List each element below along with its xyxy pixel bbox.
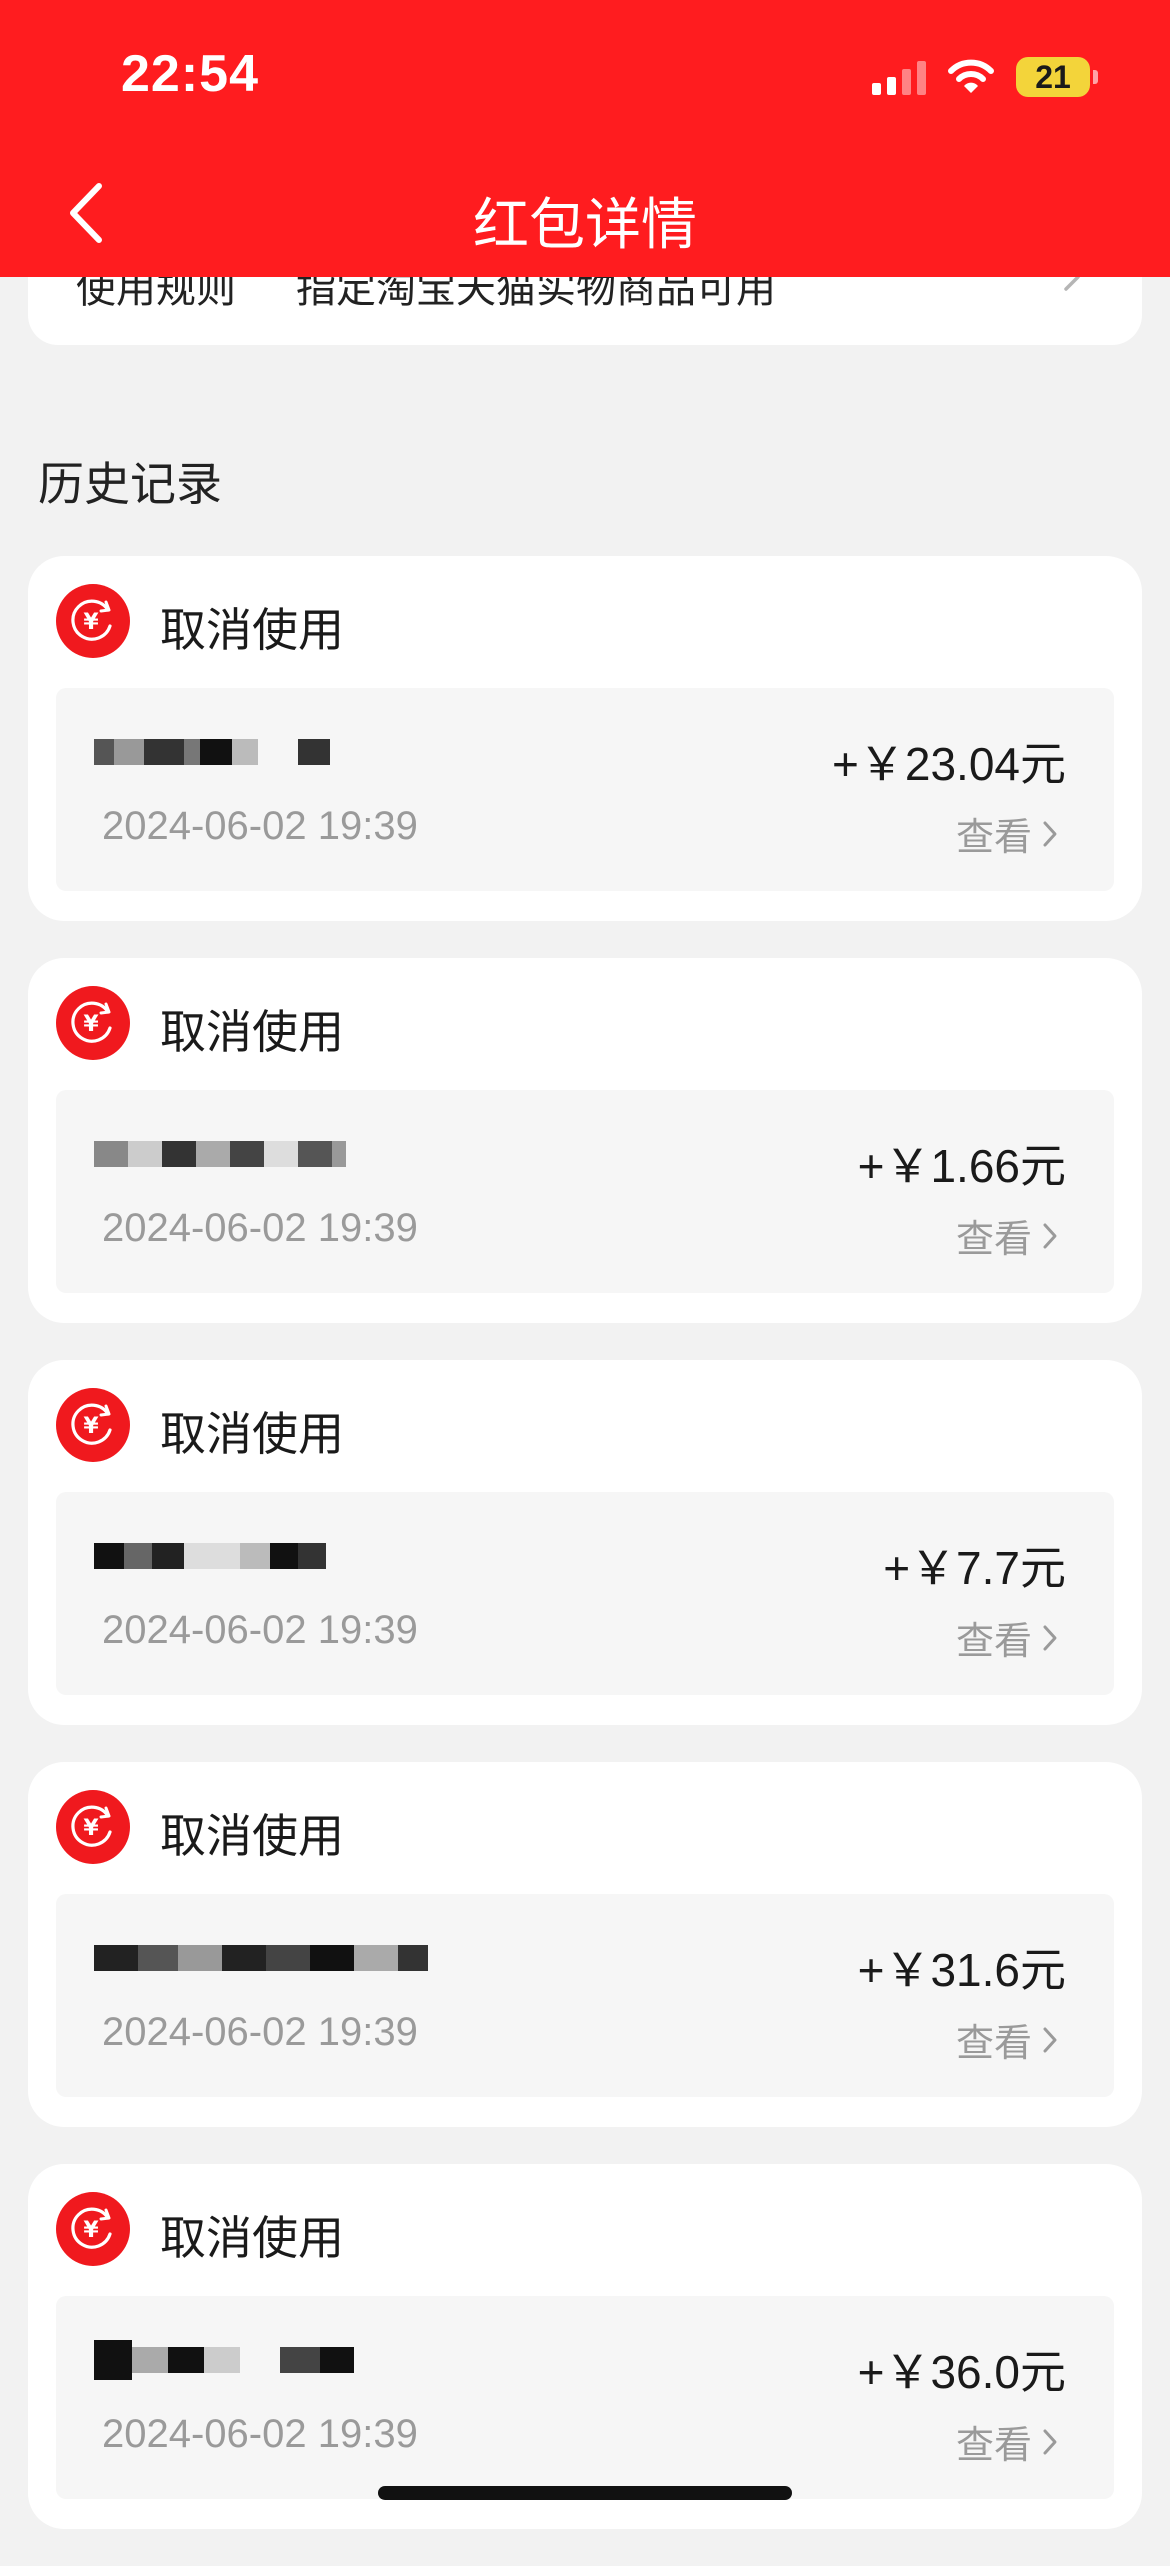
record-detail[interactable]: 2024-06-02 19:39 +￥36.0元 查看 xyxy=(56,2296,1114,2499)
record-amount: +￥23.04元 xyxy=(832,738,1066,790)
record-status: 取消使用 xyxy=(160,1006,344,1058)
view-label: 查看 xyxy=(955,1621,1032,1663)
record-amount: +￥36.0元 xyxy=(857,2346,1066,2398)
view-label: 查看 xyxy=(955,2023,1032,2065)
record-date: 2024-06-02 19:39 xyxy=(102,2010,418,2054)
history-list: ¥ 取消使用 2024-06-02 19:39 +￥23.04元 查看 ¥ 取消… xyxy=(28,556,1142,2566)
svg-text:¥: ¥ xyxy=(83,1012,99,1037)
status-time: 22:54 xyxy=(121,45,259,103)
record-detail[interactable]: 2024-06-02 19:39 +￥23.04元 查看 xyxy=(56,688,1114,891)
view-link[interactable]: 查看 xyxy=(956,2414,1058,2469)
chevron-right-icon xyxy=(1043,2027,1057,2052)
red-envelope-icon: ¥ xyxy=(56,1388,130,1462)
redacted-merchant-name xyxy=(94,1938,428,1978)
record-amount: +￥31.6元 xyxy=(857,1944,1066,1996)
redacted-merchant-name xyxy=(94,732,330,772)
red-envelope-icon: ¥ xyxy=(56,986,130,1060)
red-envelope-icon: ¥ xyxy=(56,584,130,658)
view-label: 查看 xyxy=(955,817,1032,859)
redacted-merchant-name xyxy=(94,1536,326,1576)
record-detail[interactable]: 2024-06-02 19:39 +￥1.66元 查看 xyxy=(56,1090,1114,1293)
record-status: 取消使用 xyxy=(160,1810,344,1862)
wifi-icon xyxy=(948,59,994,93)
svg-text:¥: ¥ xyxy=(83,1816,99,1841)
record-date: 2024-06-02 19:39 xyxy=(102,804,418,848)
yuan-refund-icon: ¥ xyxy=(71,1403,112,1445)
chevron-right-icon xyxy=(1043,1625,1057,1650)
record-detail[interactable]: 2024-06-02 19:39 +￥31.6元 查看 xyxy=(56,1894,1114,2097)
top-bar: 22:54 21 红包详情 xyxy=(0,0,1170,277)
view-label: 查看 xyxy=(955,1219,1032,1261)
yuan-refund-icon: ¥ xyxy=(71,1805,112,1847)
record-status: 取消使用 xyxy=(160,604,344,656)
redacted-merchant-name xyxy=(94,2340,354,2380)
page-title: 红包详情 xyxy=(473,193,697,256)
view-label: 查看 xyxy=(955,2425,1032,2467)
yuan-refund-icon: ¥ xyxy=(71,1001,112,1043)
chevron-right-icon xyxy=(1043,2429,1057,2454)
record-amount: +￥7.7元 xyxy=(883,1542,1066,1594)
history-record: ¥ 取消使用 2024-06-02 19:39 +￥7.7元 查看 xyxy=(28,1360,1142,1725)
history-record: ¥ 取消使用 2024-06-02 19:39 +￥23.04元 查看 xyxy=(28,556,1142,921)
cellular-signal-icon xyxy=(872,59,926,95)
history-record: ¥ 取消使用 2024-06-02 19:39 +￥31.6元 查看 xyxy=(28,1762,1142,2127)
view-link[interactable]: 查看 xyxy=(956,2012,1058,2067)
yuan-refund-icon: ¥ xyxy=(71,2207,112,2249)
red-envelope-icon: ¥ xyxy=(56,2192,130,2266)
chevron-right-icon xyxy=(1043,1223,1057,1248)
home-indicator[interactable] xyxy=(378,2486,792,2500)
record-status: 取消使用 xyxy=(160,1408,344,1460)
chevron-right-icon xyxy=(1043,821,1057,846)
record-detail[interactable]: 2024-06-02 19:39 +￥7.7元 查看 xyxy=(56,1492,1114,1695)
record-amount: +￥1.66元 xyxy=(857,1140,1066,1192)
yuan-refund-icon: ¥ xyxy=(71,599,112,641)
status-icons: 21 xyxy=(872,52,1098,102)
history-record: ¥ 取消使用 2024-06-02 19:39 +￥1.66元 查看 xyxy=(28,958,1142,1323)
record-date: 2024-06-02 19:39 xyxy=(102,1206,418,1250)
history-title: 历史记录 xyxy=(38,458,222,510)
record-date: 2024-06-02 19:39 xyxy=(102,2412,418,2456)
view-link[interactable]: 查看 xyxy=(956,1610,1058,1665)
redacted-merchant-name xyxy=(94,1134,346,1174)
svg-text:¥: ¥ xyxy=(83,610,99,635)
red-envelope-icon: ¥ xyxy=(56,1790,130,1864)
record-status: 取消使用 xyxy=(160,2212,344,2264)
battery-level: 21 xyxy=(1035,58,1071,95)
view-link[interactable]: 查看 xyxy=(956,806,1058,861)
record-date: 2024-06-02 19:39 xyxy=(102,1608,418,1652)
view-link[interactable]: 查看 xyxy=(956,1208,1058,1263)
battery-icon: 21 xyxy=(1016,57,1098,97)
svg-text:¥: ¥ xyxy=(83,2218,99,2243)
svg-text:¥: ¥ xyxy=(83,1414,99,1439)
history-record: ¥ 取消使用 2024-06-02 19:39 +￥36.0元 查看 xyxy=(28,2164,1142,2529)
